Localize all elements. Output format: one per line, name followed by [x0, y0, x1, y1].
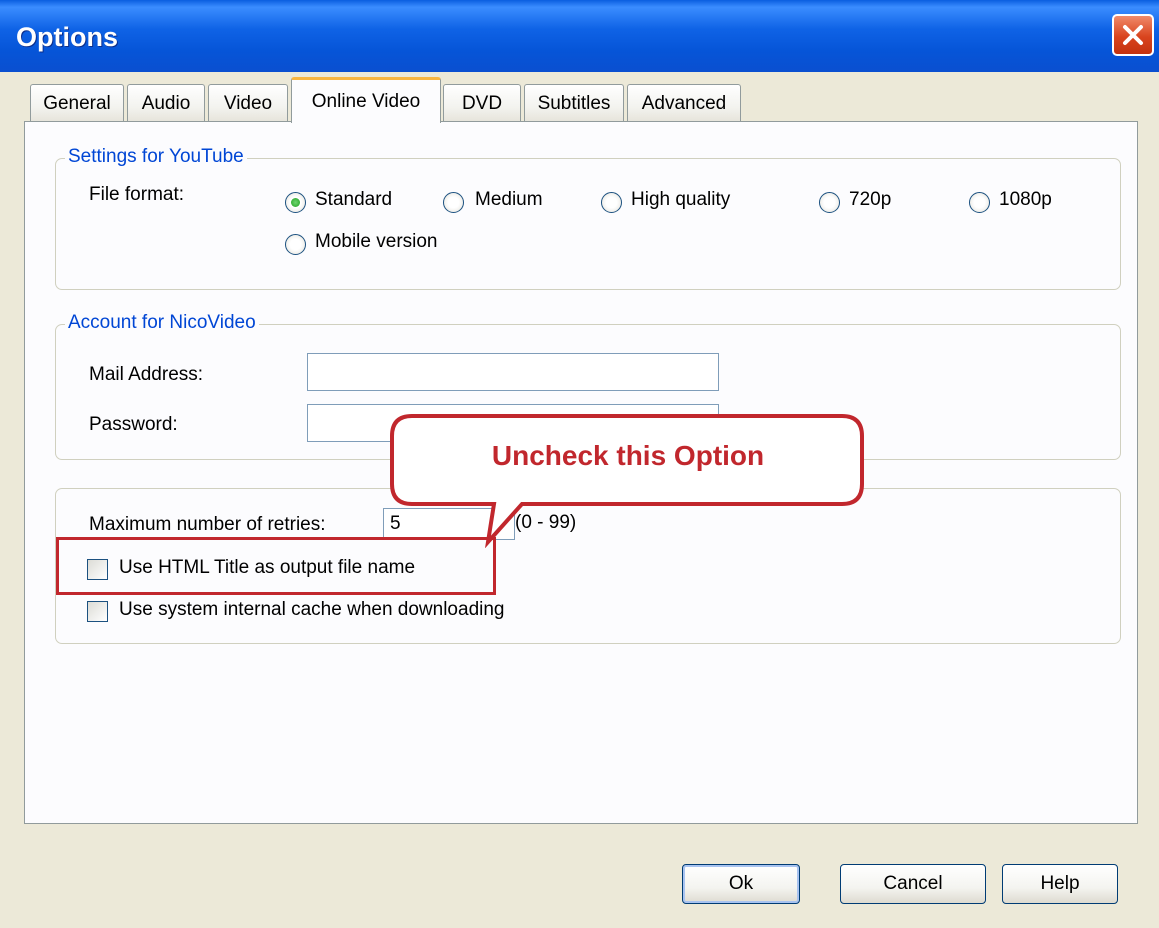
youtube-settings-group — [55, 158, 1121, 290]
radio-standard-label[interactable]: Standard — [315, 189, 392, 211]
nicovideo-group-legend: Account for NicoVideo — [65, 312, 259, 334]
radio-720p[interactable] — [819, 192, 840, 213]
system-cache-label[interactable]: Use system internal cache when downloadi… — [119, 599, 505, 621]
radio-medium-label[interactable]: Medium — [475, 189, 543, 211]
close-icon — [1123, 25, 1143, 45]
help-button[interactable]: Help — [1002, 864, 1118, 904]
close-button[interactable] — [1112, 14, 1154, 56]
file-format-label: File format: — [89, 184, 185, 205]
radio-1080p-label[interactable]: 1080p — [999, 189, 1052, 211]
radio-720p-label[interactable]: 720p — [849, 189, 891, 211]
radio-high-quality-label[interactable]: High quality — [631, 189, 730, 211]
tab-dvd[interactable]: DVD — [443, 84, 521, 122]
max-retries-label: Maximum number of retries: — [89, 514, 326, 535]
cancel-button[interactable]: Cancel — [840, 864, 986, 904]
tab-audio[interactable]: Audio — [127, 84, 205, 122]
window-title: Options — [16, 22, 118, 52]
mail-address-input[interactable] — [307, 353, 719, 391]
annotation-text: Uncheck this Option — [491, 440, 765, 471]
tab-advanced[interactable]: Advanced — [627, 84, 741, 122]
annotation-callout — [390, 414, 864, 548]
options-dialog: Options General Audio Video Online Video… — [0, 0, 1159, 928]
radio-mobile-version-label[interactable]: Mobile version — [315, 231, 438, 253]
radio-1080p[interactable] — [969, 192, 990, 213]
youtube-group-legend: Settings for YouTube — [65, 146, 247, 168]
radio-medium[interactable] — [443, 192, 464, 213]
ok-button[interactable]: Ok — [682, 864, 800, 904]
tab-general[interactable]: General — [30, 84, 124, 122]
mail-address-label: Mail Address: — [89, 364, 204, 385]
tab-video[interactable]: Video — [208, 84, 288, 122]
password-label: Password: — [89, 414, 178, 435]
radio-high-quality[interactable] — [601, 192, 622, 213]
tab-subtitles[interactable]: Subtitles — [524, 84, 624, 122]
system-cache-checkbox[interactable] — [87, 601, 108, 622]
radio-standard[interactable] — [285, 192, 306, 213]
title-bar[interactable]: Options — [0, 0, 1159, 72]
tab-online-video[interactable]: Online Video — [291, 77, 441, 123]
radio-mobile-version[interactable] — [285, 234, 306, 255]
